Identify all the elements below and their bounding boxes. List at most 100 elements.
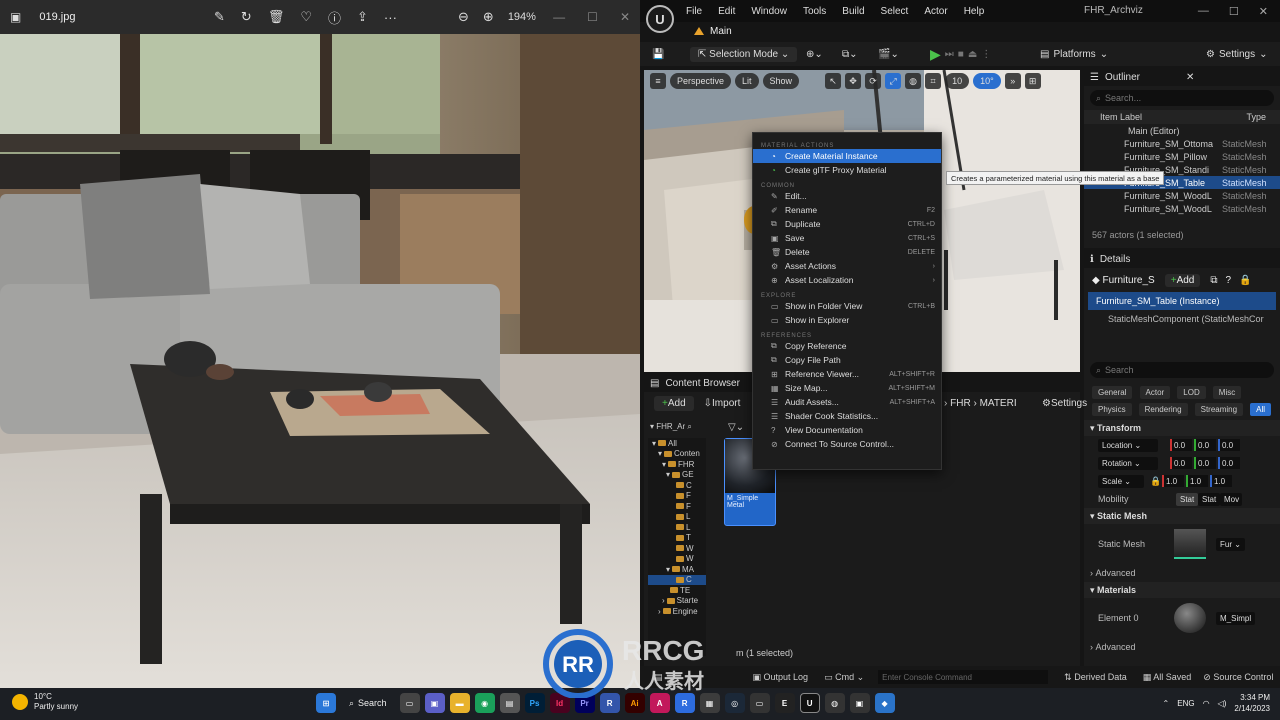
add-content-icon[interactable]: ⊕⌄ bbox=[806, 44, 823, 64]
tree-node[interactable]: ▾ MA bbox=[648, 564, 706, 575]
level-tab[interactable]: Main bbox=[684, 22, 742, 40]
rotate-tool-icon[interactable]: ⟳ bbox=[865, 73, 882, 89]
menu-help[interactable]: Help bbox=[964, 6, 985, 17]
mobility-movable[interactable]: Mov bbox=[1220, 492, 1242, 506]
create-gltf-proxy-item[interactable]: ◔ Create glTF Proxy Material bbox=[753, 163, 941, 177]
add-component-button[interactable]: +Add bbox=[1164, 273, 1201, 287]
steam-icon[interactable]: ◎ bbox=[724, 693, 745, 713]
selection-mode-button[interactable]: ⇱ Selection Mode ⌄ bbox=[690, 44, 798, 64]
delete-icon[interactable]: 🗑 bbox=[268, 9, 285, 25]
menu-actor[interactable]: Actor bbox=[924, 6, 947, 17]
path-materials[interactable]: MATERI bbox=[980, 398, 1017, 409]
start-icon[interactable]: ⊞ bbox=[316, 693, 336, 713]
item-label-column[interactable]: Item Label bbox=[1100, 112, 1142, 122]
language-indicator[interactable]: ENG bbox=[1177, 699, 1194, 708]
cb-import-button[interactable]: ⇩Import bbox=[704, 398, 741, 409]
content-drawer-icon[interactable]: ▤ bbox=[654, 672, 663, 683]
task-view-icon[interactable]: ▭ bbox=[399, 693, 420, 713]
edit-item[interactable]: ✎ Edit... bbox=[753, 189, 941, 203]
maximize-viewport-icon[interactable]: ⊞ bbox=[1024, 73, 1041, 89]
save-item[interactable]: ▣ Save CTRL+S bbox=[753, 231, 941, 245]
play-icon[interactable]: ▶ bbox=[930, 46, 941, 63]
menu-build[interactable]: Build bbox=[842, 6, 864, 17]
filter-physics[interactable]: Physics bbox=[1092, 403, 1132, 416]
asset-actions-item[interactable]: ⚙ Asset Actions › bbox=[753, 259, 941, 273]
audit-assets-item[interactable]: ☰ Audit Assets... ALT+SHIFT+A bbox=[753, 395, 941, 409]
zoom-in-icon[interactable]: ⊕ bbox=[483, 9, 494, 25]
app-icon-5[interactable]: ▣ bbox=[849, 693, 870, 713]
mobility-static[interactable]: Stat bbox=[1176, 492, 1198, 506]
outliner-row[interactable]: Furniture_SM_WoodL StaticMesh bbox=[1084, 202, 1280, 215]
instance-row[interactable]: Furniture_SM_Table (Instance) bbox=[1088, 292, 1276, 310]
volume-icon[interactable]: ◁) bbox=[1218, 699, 1227, 708]
filter-actor[interactable]: Actor bbox=[1139, 386, 1171, 399]
clock[interactable]: 3:34 PM 2/14/2023 bbox=[1234, 692, 1270, 714]
viewport-menu-icon[interactable]: ≡ bbox=[650, 73, 666, 89]
blueprint-icon[interactable]: ⧉ bbox=[1210, 275, 1217, 286]
lock-icon[interactable]: 🔒 bbox=[1239, 275, 1251, 286]
scale-x[interactable]: 1.0 bbox=[1162, 475, 1184, 487]
rotation-x[interactable]: 0.0 bbox=[1170, 457, 1192, 469]
move-tool-icon[interactable]: ✥ bbox=[845, 73, 862, 89]
teams-icon[interactable]: ▣ bbox=[424, 693, 445, 713]
tree-node[interactable]: ▾ FHR bbox=[648, 459, 706, 470]
path-fhr[interactable]: FHR bbox=[950, 398, 971, 409]
weather-widget[interactable]: 10°C Partly sunny bbox=[12, 692, 78, 712]
menu-file[interactable]: File bbox=[686, 6, 702, 17]
taskbar-search-button[interactable]: ⌕ Search bbox=[341, 692, 395, 714]
component-row[interactable]: StaticMeshComponent (StaticMeshCor bbox=[1084, 310, 1280, 328]
tree-node[interactable]: C bbox=[648, 480, 706, 491]
output-log-button[interactable]: ▣ Output Log bbox=[753, 672, 809, 683]
actor-name[interactable]: Furniture_S bbox=[1102, 275, 1154, 286]
favorite-icon[interactable]: ♡ bbox=[300, 9, 312, 25]
tree-node[interactable]: › Starte bbox=[648, 596, 706, 607]
epic-games-icon[interactable]: E bbox=[774, 693, 795, 713]
tree-node[interactable]: T bbox=[648, 533, 706, 544]
cinematics-icon[interactable]: 🎬⌄ bbox=[878, 44, 899, 64]
delete-item[interactable]: 🗑 Delete DELETE bbox=[753, 245, 941, 259]
location-z[interactable]: 0.0 bbox=[1218, 439, 1240, 451]
tree-node[interactable]: ▾ Conten bbox=[648, 449, 706, 460]
cb-settings-button[interactable]: ⚙Settings bbox=[1042, 398, 1087, 409]
app-r-icon[interactable]: R bbox=[674, 693, 695, 713]
size-map-item[interactable]: ▦ Size Map... ALT+SHIFT+M bbox=[753, 381, 941, 395]
cmd-dropdown[interactable]: ▭ Cmd ⌄ bbox=[824, 672, 864, 683]
view-documentation-item[interactable]: ? View Documentation bbox=[753, 423, 941, 437]
photoshop-icon[interactable]: Ps bbox=[524, 693, 545, 713]
rotate-icon[interactable]: ↻ bbox=[241, 9, 252, 25]
more-play-icon[interactable]: ⋮ bbox=[981, 49, 991, 60]
cb-tree-root[interactable]: FHR_Ar bbox=[656, 422, 685, 431]
select-tool-icon[interactable]: ↖ bbox=[825, 73, 842, 89]
tree-node[interactable]: L bbox=[648, 512, 706, 523]
details-search-input[interactable]: ⌕ Search bbox=[1090, 362, 1274, 378]
outliner-row[interactable]: Furniture_SM_WoodL StaticMesh bbox=[1084, 189, 1280, 202]
source-control-button[interactable]: ⊘ Source Control bbox=[1203, 672, 1273, 683]
grid-snap-button[interactable]: 10 bbox=[945, 73, 970, 89]
outliner-row[interactable]: Furniture_SM_Pillow StaticMesh bbox=[1084, 150, 1280, 163]
angle-snap-button[interactable]: 10° bbox=[973, 73, 1001, 89]
app-icon-6[interactable]: ◆ bbox=[874, 693, 895, 713]
tree-node[interactable]: ▾ GE bbox=[648, 470, 706, 481]
derived-data-button[interactable]: ⇅ Derived Data bbox=[1064, 672, 1127, 683]
location-x[interactable]: 0.0 bbox=[1170, 439, 1192, 451]
transform-section[interactable]: ▾ Transform bbox=[1084, 420, 1280, 436]
scale-y[interactable]: 1.0 bbox=[1186, 475, 1208, 487]
help-icon[interactable]: ? bbox=[1226, 275, 1232, 286]
material-picker[interactable]: M_Simpl bbox=[1216, 611, 1256, 625]
menu-tools[interactable]: Tools bbox=[803, 6, 826, 17]
duplicate-item[interactable]: ⧉ Duplicate CTRL+D bbox=[753, 217, 941, 231]
scale-tool-icon[interactable]: ⤢ bbox=[885, 73, 902, 89]
app-icon-3[interactable]: ▭ bbox=[749, 693, 770, 713]
static-mesh-section[interactable]: ▾ Static Mesh bbox=[1084, 508, 1280, 524]
tree-node[interactable]: › Engine bbox=[648, 606, 706, 617]
zoom-out-icon[interactable]: ⊖ bbox=[458, 9, 469, 25]
outliner-tab[interactable]: ☰ Outliner ✕ bbox=[1084, 68, 1280, 86]
filter-icon[interactable]: ▽⌄ bbox=[728, 422, 744, 433]
filter-misc[interactable]: Misc bbox=[1212, 386, 1242, 399]
eject-icon[interactable]: ⏏ bbox=[968, 49, 977, 60]
copy-reference-item[interactable]: ⧉ Copy Reference bbox=[753, 339, 941, 353]
scale-z[interactable]: 1.0 bbox=[1210, 475, 1232, 487]
tree-node[interactable]: W bbox=[648, 543, 706, 554]
app-a-icon[interactable]: A bbox=[649, 693, 670, 713]
tree-node[interactable]: F bbox=[648, 491, 706, 502]
